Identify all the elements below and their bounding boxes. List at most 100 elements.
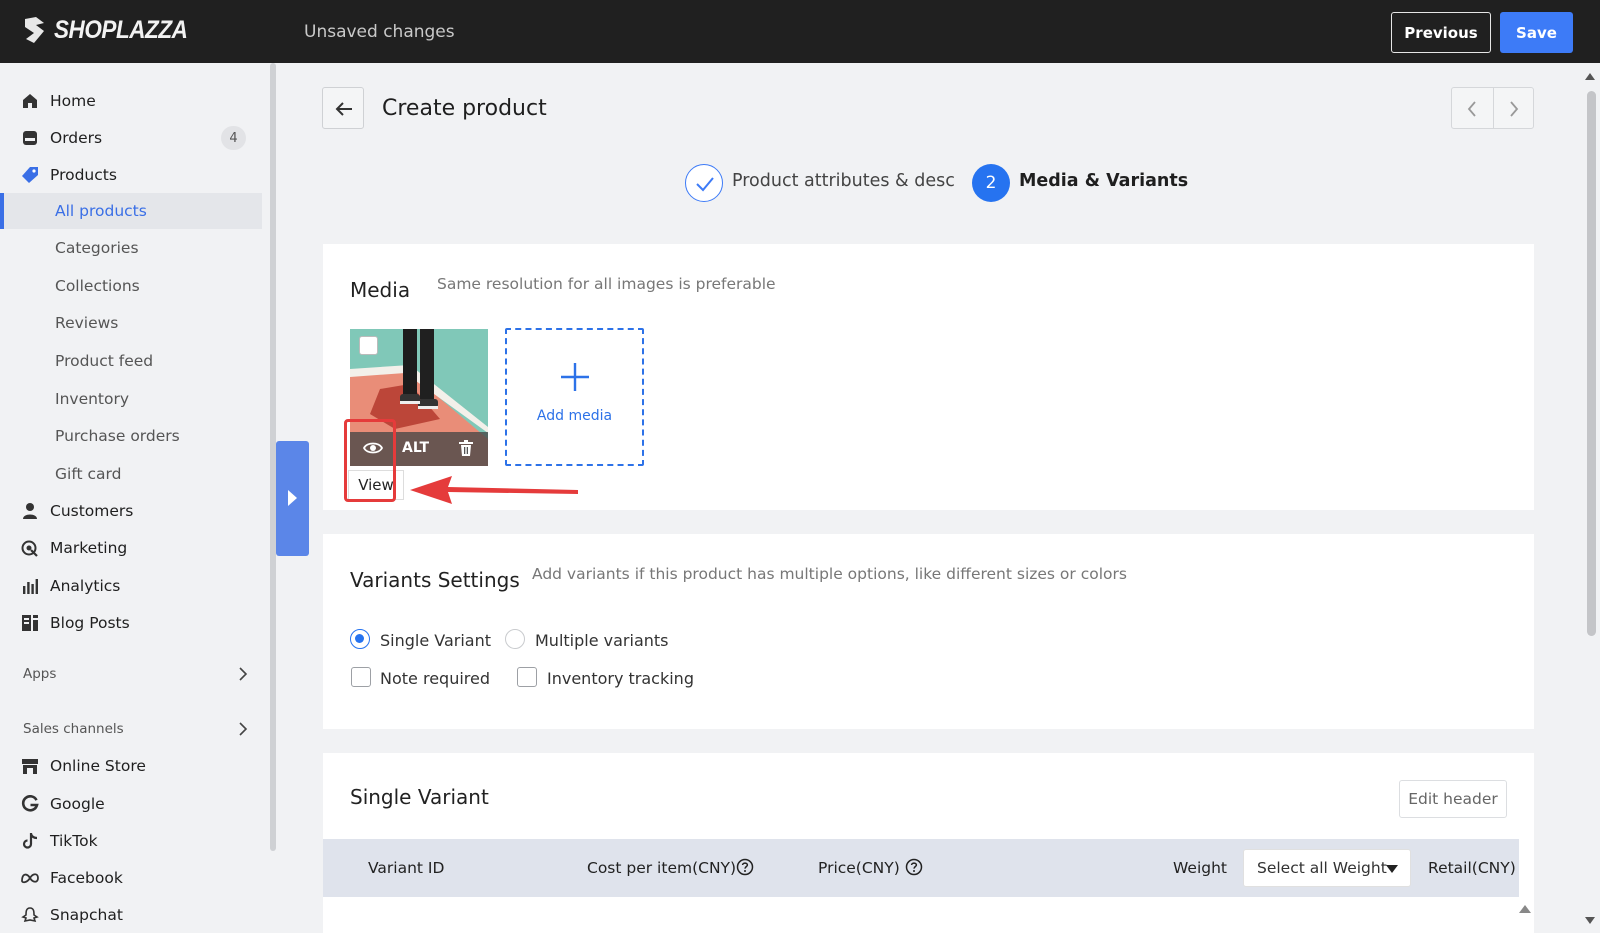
- sidebar-subitem-gift-card[interactable]: Gift card: [0, 456, 262, 492]
- note-required-checkbox[interactable]: [351, 667, 371, 687]
- variants-settings-card: Variants Settings Add variants if this p…: [323, 534, 1534, 729]
- sidebar-item-google[interactable]: Google: [0, 786, 262, 822]
- meta-icon: [21, 873, 39, 884]
- add-media-label: Add media: [536, 408, 613, 424]
- sidebar-item-label: Customers: [50, 502, 134, 520]
- scroll-up-arrow-icon[interactable]: [1584, 72, 1596, 80]
- table-scroll-up-icon[interactable]: [1519, 905, 1531, 913]
- add-media-button[interactable]: Add media: [505, 328, 644, 466]
- single-variant-label[interactable]: Single Variant: [380, 631, 491, 650]
- sidebar-subitem-label: Gift card: [55, 465, 122, 483]
- sidebar-item-marketing[interactable]: Marketing: [0, 530, 262, 566]
- sidebar-item-home[interactable]: Home: [0, 83, 262, 119]
- sidebar-item-online-store[interactable]: Online Store: [0, 748, 262, 784]
- sidebar-subitem-label: Collections: [55, 277, 140, 295]
- sidebar-subitem-product-feed[interactable]: Product feed: [0, 343, 262, 379]
- sidebar-item-label: Snapchat: [50, 906, 123, 924]
- home-icon: [23, 94, 37, 108]
- page-title: Create product: [382, 96, 547, 121]
- sidebar-subitem-purchase-orders[interactable]: Purchase orders: [0, 418, 262, 454]
- sidebar-subitem-label: Purchase orders: [55, 427, 180, 445]
- sidebar-item-orders[interactable]: Orders 4: [0, 120, 262, 156]
- sidebar-item-products[interactable]: Products: [0, 157, 262, 193]
- shoplazza-logo[interactable]: SHOPLAZZA: [22, 15, 202, 45]
- logo-mark-icon: [25, 17, 44, 43]
- orders-icon: [23, 131, 37, 145]
- sidebar-item-label: Google: [50, 795, 105, 813]
- single-variant-title: Single Variant: [350, 785, 489, 809]
- sidebar-item-analytics[interactable]: Analytics: [0, 568, 262, 604]
- sidebar-collapse-toggle[interactable]: [276, 441, 309, 556]
- note-required-label[interactable]: Note required: [380, 669, 490, 688]
- plus-icon: [561, 363, 589, 391]
- single-variant-radio[interactable]: [350, 629, 370, 649]
- brand-name: SHOPLAZZA: [54, 15, 188, 44]
- sidebar-subitem-collections[interactable]: Collections: [0, 268, 262, 304]
- marketing-icon: [21, 540, 38, 557]
- check-icon: [696, 177, 714, 192]
- inventory-tracking-checkbox[interactable]: [517, 667, 537, 687]
- sidebar-item-label: Orders: [50, 129, 103, 147]
- step-1-indicator[interactable]: [685, 164, 723, 202]
- weight-select-value: Select all Weight: [1257, 859, 1387, 877]
- sidebar-subitem-label: Reviews: [55, 314, 119, 332]
- sidebar-subitem-label: Categories: [55, 239, 139, 257]
- sidebar-subitem-categories[interactable]: Categories: [0, 230, 262, 266]
- main-scrollbar-thumb[interactable]: [1587, 91, 1596, 636]
- column-weight: Weight: [1173, 859, 1228, 877]
- sidebar-subitem-all-products[interactable]: All products: [0, 193, 262, 229]
- multiple-variants-radio[interactable]: [505, 629, 525, 649]
- tag-icon: [22, 167, 38, 183]
- product-pager: [1451, 87, 1534, 129]
- tiktok-icon: [22, 833, 38, 849]
- weight-select-dropdown[interactable]: Select all Weight: [1243, 849, 1411, 887]
- inventory-tracking-label[interactable]: Inventory tracking: [547, 669, 694, 688]
- annotation-highlight-box: [344, 419, 396, 502]
- orders-count-badge: 4: [221, 126, 246, 150]
- sidebar-subitem-label: All products: [55, 202, 147, 220]
- image-select-checkbox[interactable]: [359, 336, 378, 355]
- sidebar-item-customers[interactable]: Customers: [0, 493, 262, 529]
- sidebar-item-label: Online Store: [50, 757, 146, 775]
- help-circle-icon[interactable]: [736, 858, 754, 876]
- save-button[interactable]: Save: [1500, 12, 1573, 53]
- apps-section-label[interactable]: Apps: [23, 666, 56, 682]
- sidebar-subitem-label: Inventory: [55, 390, 130, 408]
- column-cost-per-item: Cost per item(CNY): [587, 859, 737, 877]
- step-1-label[interactable]: Product attributes & descri: [732, 171, 955, 191]
- sidebar-item-blog-posts[interactable]: Blog Posts: [0, 605, 262, 641]
- back-button[interactable]: [322, 87, 364, 129]
- media-title: Media: [350, 278, 411, 302]
- sidebar-item-label: Marketing: [50, 539, 128, 557]
- sidebar-item-label: Home: [50, 92, 96, 110]
- sidebar-item-tiktok[interactable]: TikTok: [0, 823, 262, 859]
- sidebar-item-label: Analytics: [50, 577, 121, 595]
- previous-button[interactable]: Previous: [1391, 12, 1491, 53]
- column-variant-id: Variant ID: [368, 859, 445, 877]
- step-2-label: Media & Variants: [1019, 171, 1189, 191]
- caret-right-icon: [288, 490, 297, 506]
- blog-icon: [22, 615, 38, 631]
- multiple-variants-label[interactable]: Multiple variants: [535, 631, 669, 650]
- scroll-down-arrow-icon[interactable]: [1584, 917, 1596, 925]
- sidebar-subitem-inventory[interactable]: Inventory: [0, 381, 262, 417]
- chevron-right-icon[interactable]: [1509, 101, 1519, 117]
- sidebar-item-label: Blog Posts: [50, 614, 130, 632]
- help-circle-icon[interactable]: [905, 858, 923, 876]
- trash-icon[interactable]: [458, 440, 474, 456]
- alt-text-button[interactable]: ALT: [402, 440, 429, 456]
- snapchat-icon: [21, 907, 39, 923]
- chevron-right-icon[interactable]: [238, 722, 248, 736]
- sidebar-subitem-label: Product feed: [55, 352, 154, 370]
- chevron-left-icon[interactable]: [1467, 101, 1477, 117]
- caret-down-icon: [1386, 865, 1398, 873]
- chevron-right-icon[interactable]: [238, 667, 248, 681]
- sidebar-subitem-reviews[interactable]: Reviews: [0, 305, 262, 341]
- edit-header-button[interactable]: Edit header: [1399, 780, 1507, 818]
- sidebar-item-snapchat[interactable]: Snapchat: [0, 897, 262, 933]
- sales-channels-section-label[interactable]: Sales channels: [23, 721, 124, 737]
- sidebar-item-label: Facebook: [50, 869, 123, 887]
- sidebar-item-facebook[interactable]: Facebook: [0, 860, 262, 896]
- top-bar: SHOPLAZZA Unsaved changes Previous Save: [0, 0, 1600, 63]
- column-price: Price(CNY): [818, 859, 900, 877]
